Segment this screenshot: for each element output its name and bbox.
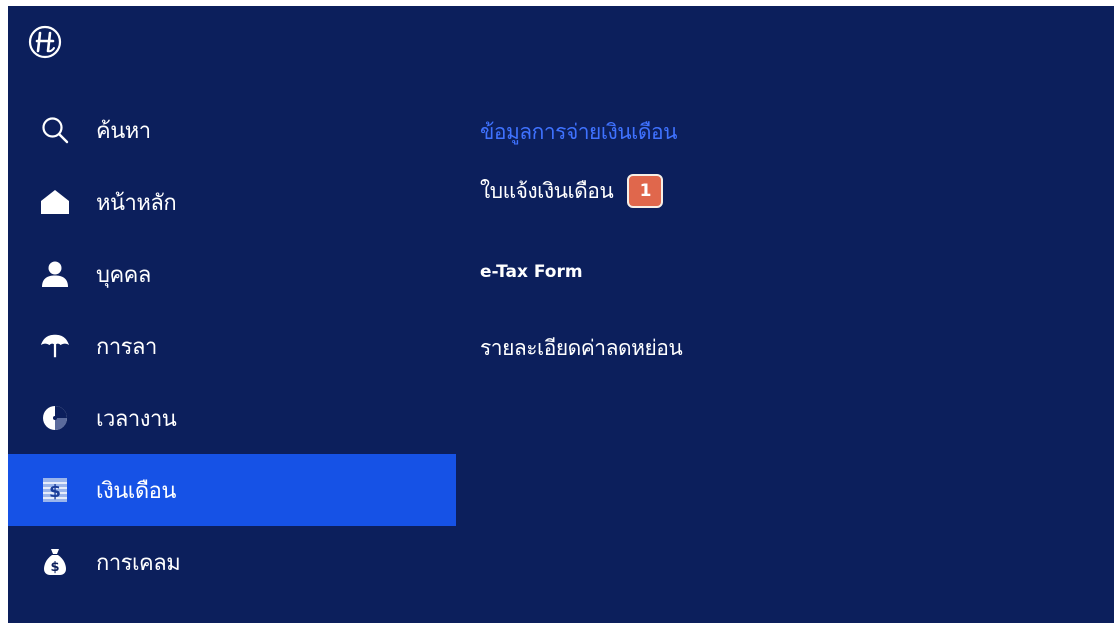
section-title: ข้อมูลการจ่ายเงินเดือน [480,120,677,144]
app-window: ค้นหา หน้าหลัก บุคคล การลา เวลางาน $ เงิ… [8,6,1114,623]
company-logo-icon[interactable] [28,25,62,59]
sidebar-item-search[interactable]: ค้นหา [8,94,456,166]
sidebar-item-label: เวลางาน [96,406,177,432]
money-bag-icon: $ [40,547,70,577]
clock-icon [40,403,70,433]
sidebar-item-label: บุคคล [96,262,151,288]
sidebar-item-claim[interactable]: $ การเคลม [8,526,456,598]
payslip-label: ใบแจ้งเงินเดือน [480,178,614,203]
person-icon [40,259,70,289]
home-icon [40,187,70,217]
sidebar-item-leave[interactable]: การลา [8,310,456,382]
svg-text:$: $ [49,482,61,502]
sidebar-nav: ค้นหา หน้าหลัก บุคคล การลา เวลางาน $ เงิ… [8,94,456,598]
salary-icon: $ [40,475,70,505]
etax-form-label: e-Tax Form [480,262,583,282]
deduction-details-link[interactable]: รายละเอียดค่าลดหย่อน [480,332,683,365]
sidebar-item-label: หน้าหลัก [96,190,177,216]
sidebar-item-worktime[interactable]: เวลางาน [8,382,456,454]
sidebar-item-label: ค้นหา [96,118,151,144]
payslip-link[interactable]: ใบแจ้งเงินเดือน 1 [480,174,664,208]
sidebar-item-person[interactable]: บุคคล [8,238,456,310]
search-icon [40,115,70,145]
sidebar-item-label: เงินเดือน [96,478,176,504]
etax-form-link[interactable]: e-Tax Form [480,262,583,282]
deduction-details-label: รายละเอียดค่าลดหย่อน [480,336,683,360]
sidebar-item-label: การเคลม [96,550,181,576]
sidebar-item-home[interactable]: หน้าหลัก [8,166,456,238]
sidebar-item-salary[interactable]: $ เงินเดือน [8,454,456,526]
umbrella-icon [40,331,70,361]
notification-badge: 1 [627,174,664,208]
svg-text:$: $ [50,560,59,575]
sidebar-item-label: การลา [96,334,157,360]
